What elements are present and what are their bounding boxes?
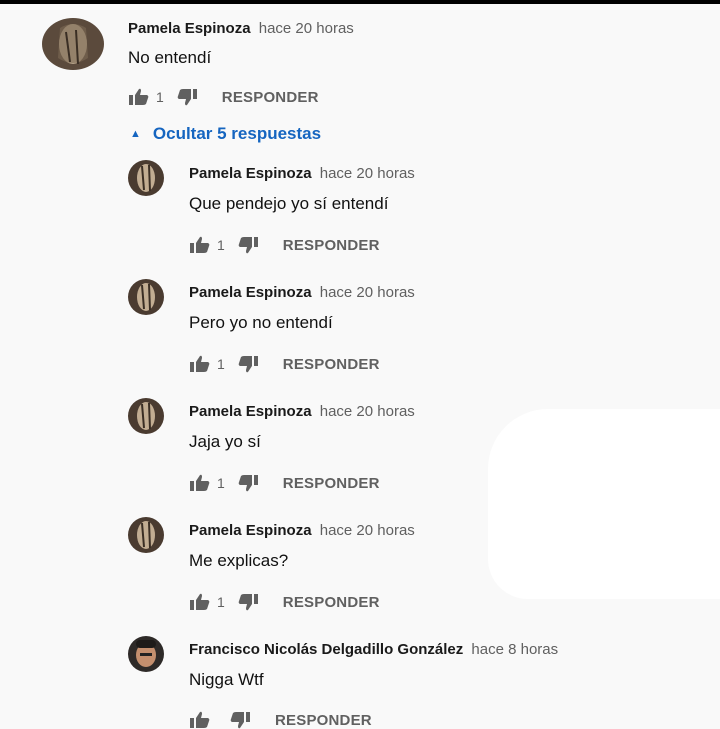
author-name[interactable]: Pamela Espinoza (189, 403, 312, 420)
timestamp[interactable]: hace 20 horas (320, 165, 415, 182)
thumbs-down-icon[interactable] (237, 593, 259, 611)
author-name[interactable]: Pamela Espinoza (189, 522, 312, 539)
avatar[interactable] (128, 398, 164, 434)
comment-text: Nigga Wtf (189, 670, 264, 689)
like-count: 1 (156, 89, 164, 105)
timestamp[interactable]: hace 20 horas (320, 522, 415, 539)
comment-actions: 1 RESPONDER (189, 593, 380, 611)
reply-button[interactable]: RESPONDER (275, 712, 372, 729)
thumbs-up-icon[interactable] (128, 88, 150, 106)
comment-actions: 1 RESPONDER (189, 355, 380, 373)
avatar[interactable] (42, 18, 104, 70)
avatar[interactable] (128, 279, 164, 315)
comment-header: Pamela Espinoza hace 20 horas (128, 20, 354, 37)
reply-button[interactable]: RESPONDER (283, 594, 380, 611)
comment-header: Pamela Espinoza hace 20 horas (189, 403, 415, 420)
comment-header: Pamela Espinoza hace 20 horas (189, 284, 415, 301)
hide-replies-button[interactable]: ▲ Ocultar 5 respuestas (128, 124, 321, 144)
comment-header: Pamela Espinoza hace 20 horas (189, 165, 415, 182)
avatar[interactable] (128, 636, 164, 672)
comment-text: Pero yo no entendí (189, 313, 333, 332)
comment-text: Me explicas? (189, 551, 289, 570)
reply-button[interactable]: RESPONDER (222, 89, 319, 106)
caret-up-icon: ▲ (130, 128, 141, 140)
thumbs-up-icon[interactable] (189, 355, 211, 373)
timestamp[interactable]: hace 8 horas (471, 641, 558, 658)
avatar[interactable] (128, 517, 164, 553)
thumbs-down-icon[interactable] (237, 355, 259, 373)
like-count: 1 (217, 237, 225, 253)
comment-actions: 1 RESPONDER (189, 474, 380, 492)
timestamp[interactable]: hace 20 horas (320, 284, 415, 301)
redaction-overlay (488, 409, 720, 599)
timestamp[interactable]: hace 20 horas (320, 403, 415, 420)
thumbs-up-icon[interactable] (189, 474, 211, 492)
thumbs-down-icon[interactable] (237, 236, 259, 254)
comment-header: Pamela Espinoza hace 20 horas (189, 522, 415, 539)
like-count: 1 (217, 594, 225, 610)
reply-button[interactable]: RESPONDER (283, 475, 380, 492)
comment-text: Que pendejo yo sí entendí (189, 194, 389, 213)
thumbs-down-icon[interactable] (229, 711, 251, 729)
thumbs-up-icon[interactable] (189, 593, 211, 611)
reply-button[interactable]: RESPONDER (283, 237, 380, 254)
like-count: 1 (217, 475, 225, 491)
thumbs-down-icon[interactable] (237, 474, 259, 492)
comment-actions: 1 RESPONDER (189, 236, 380, 254)
thumbs-up-icon[interactable] (189, 236, 211, 254)
thumbs-up-icon[interactable] (189, 711, 211, 729)
comment-actions: 1 RESPONDER (128, 88, 319, 106)
author-name[interactable]: Pamela Espinoza (189, 284, 312, 301)
reply-button[interactable]: RESPONDER (283, 356, 380, 373)
author-name[interactable]: Francisco Nicolás Delgadillo González (189, 641, 463, 658)
avatar[interactable] (128, 160, 164, 196)
author-name[interactable]: Pamela Espinoza (128, 20, 251, 37)
comment-header: Francisco Nicolás Delgadillo González ha… (189, 641, 558, 658)
comment-text: Jaja yo sí (189, 432, 261, 451)
like-count: 1 (217, 356, 225, 372)
author-name[interactable]: Pamela Espinoza (189, 165, 312, 182)
hide-replies-label: Ocultar 5 respuestas (152, 124, 322, 143)
thumbs-down-icon[interactable] (176, 88, 198, 106)
timestamp[interactable]: hace 20 horas (259, 20, 354, 37)
comment-actions: RESPONDER (189, 711, 372, 729)
comment-text: No entendí (128, 48, 212, 67)
